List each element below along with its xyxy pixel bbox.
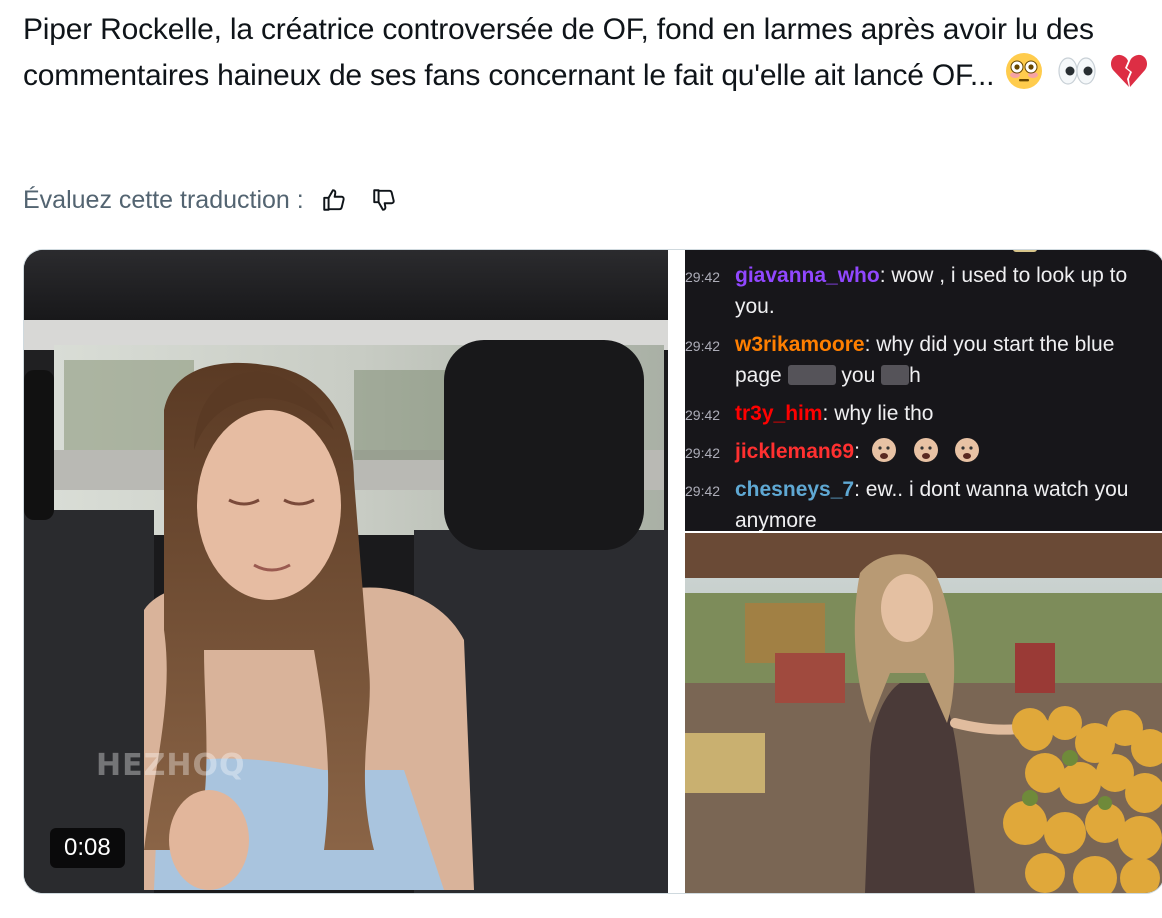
chat-message: 29:42 tr3y_him: why lie tho bbox=[685, 398, 1155, 429]
media-grid: HEZHOQ 0:08 29:42 giavanna_who: wow , i … bbox=[23, 249, 1162, 894]
chat-timestamp: 29:42 bbox=[685, 407, 721, 423]
chat-log: 29:42 giavanna_who: wow , i used to look… bbox=[685, 260, 1155, 531]
chat-timestamp: 29:42 bbox=[685, 483, 721, 499]
tweet-body: Piper Rockelle, la créatrice controversé… bbox=[23, 13, 1094, 92]
chat-top-icon bbox=[1013, 250, 1037, 252]
chat-text: : bbox=[854, 440, 860, 463]
tweet-text: Piper Rockelle, la créatrice controversé… bbox=[23, 8, 1153, 97]
chat-message: 29:42 jickleman69: bbox=[685, 436, 1155, 467]
chat-timestamp: 29:42 bbox=[685, 338, 721, 354]
censor-blur bbox=[787, 365, 836, 385]
broken-heart-icon bbox=[1110, 54, 1147, 87]
thumbs-down-icon bbox=[372, 189, 395, 211]
crying-face-icon bbox=[955, 438, 980, 462]
chat-username: w3rikamoore bbox=[735, 333, 865, 356]
chat-message: 29:42 chesneys_7: ew.. i dont wanna watc… bbox=[685, 474, 1155, 531]
chat-timestamp: 29:42 bbox=[685, 445, 721, 461]
chat-username: giavanna_who bbox=[735, 264, 880, 287]
watermark-label: HEZHOQ bbox=[96, 748, 246, 783]
thumbs-up-button[interactable] bbox=[314, 180, 354, 220]
chat-text: you bbox=[835, 364, 882, 387]
chat-text: : why lie tho bbox=[822, 402, 934, 425]
crying-face-icon bbox=[871, 438, 896, 462]
thumbs-up-icon bbox=[322, 189, 345, 211]
chat-message: 29:42 giavanna_who: wow , i used to look… bbox=[685, 260, 1155, 322]
video-duration: 0:08 bbox=[50, 828, 125, 868]
thumbs-down-button[interactable] bbox=[364, 180, 404, 220]
chat-username: jickleman69 bbox=[735, 440, 855, 463]
photo-image[interactable] bbox=[685, 533, 1162, 893]
flushed-face-icon bbox=[1006, 53, 1043, 89]
pumpkin-patch-photo bbox=[685, 533, 1162, 893]
chat-timestamp: 29:42 bbox=[685, 269, 721, 285]
chat-username: chesneys_7 bbox=[735, 478, 855, 501]
eyes-icon bbox=[1057, 57, 1096, 85]
chat-username: tr3y_him bbox=[735, 402, 823, 425]
chat-message: 29:42 w3rikamoore: why did you start the… bbox=[685, 329, 1155, 391]
crying-face-icon bbox=[913, 438, 938, 462]
video-frame-image bbox=[24, 250, 668, 893]
censor-blur bbox=[881, 365, 910, 385]
chat-screenshot[interactable]: 29:42 giavanna_who: wow , i used to look… bbox=[685, 250, 1162, 531]
translation-rating: Évaluez cette traduction : bbox=[23, 180, 404, 220]
chat-text: h bbox=[909, 364, 921, 387]
video-player[interactable]: HEZHOQ 0:08 bbox=[24, 250, 668, 893]
translation-label: Évaluez cette traduction : bbox=[23, 185, 304, 214]
